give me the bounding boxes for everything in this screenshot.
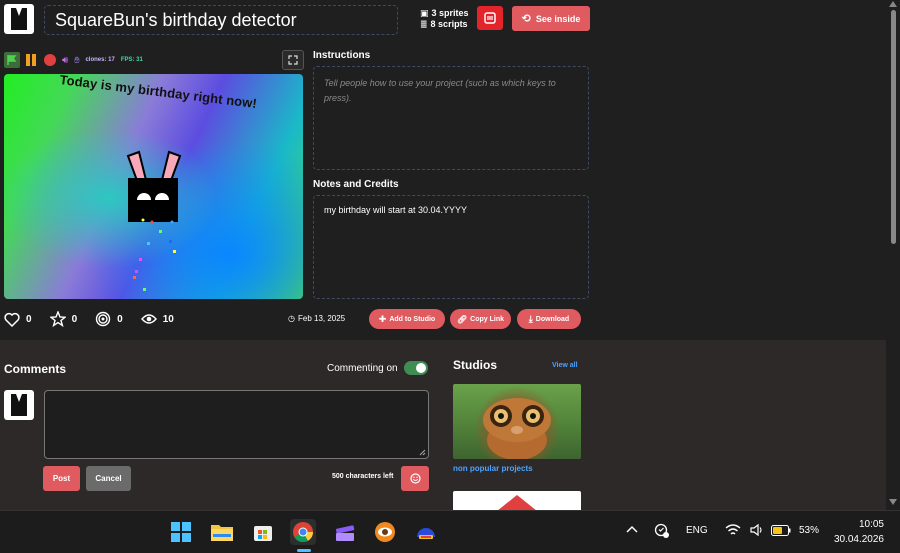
clock[interactable]: 10:05 30.04.2026	[826, 517, 884, 547]
characters-left: 500 characters left	[332, 473, 394, 480]
bunny-sprite	[126, 150, 182, 291]
author-avatar[interactable]	[4, 4, 34, 34]
plus-icon: ✚	[378, 313, 387, 324]
chrome-button[interactable]	[290, 519, 316, 545]
commenting-toggle[interactable]	[403, 361, 428, 375]
project-panel: SquareBun's birthday detector ▣ 3 sprites…	[0, 0, 886, 340]
chevron-up-icon	[626, 525, 638, 533]
fullscreen-icon	[288, 55, 298, 65]
love-button[interactable]: 0	[4, 312, 32, 327]
heart-icon	[4, 312, 20, 327]
store-icon	[254, 526, 272, 541]
comment-textarea[interactable]	[44, 390, 429, 459]
project-title-input[interactable]: SquareBun's birthday detector	[44, 5, 398, 35]
chrome-icon	[293, 522, 314, 543]
clock-date: 30.04.2026	[833, 534, 884, 545]
view-count: 10	[140, 313, 174, 325]
see-inside-icon: ⟲	[521, 13, 531, 25]
scripts-icon: ≣	[420, 19, 428, 29]
resize-handle-icon	[419, 449, 426, 456]
view-all-link[interactable]: View all	[552, 362, 578, 369]
emoji-button[interactable]	[401, 466, 429, 491]
fps-counter: FPS: 31	[120, 57, 143, 63]
commenting-toggle-row: Commenting on	[327, 361, 428, 375]
project-stage[interactable]: Today is my birthday right now!	[4, 74, 303, 299]
remix-count: 0	[95, 311, 123, 327]
tray-overflow-button[interactable]	[626, 525, 638, 533]
folder-icon	[211, 525, 233, 541]
user-avatar[interactable]	[4, 390, 34, 420]
post-button[interactable]: Post	[43, 466, 80, 491]
flag-icon	[7, 55, 17, 65]
active-app-indicator	[297, 549, 311, 552]
engagement-bar: 0 0 0 10	[4, 311, 192, 327]
add-to-studio-button[interactable]: ✚ Add to Studio	[369, 309, 445, 329]
see-inside-button[interactable]: ⟲ See inside	[512, 6, 590, 31]
lemur-image	[483, 398, 551, 459]
sprites-icon: ▣	[420, 8, 429, 18]
store-button[interactable]	[250, 519, 276, 545]
taskbar: ENG 53% 10:05 30.04.2026	[0, 510, 900, 553]
clones-icon: ✋︎	[74, 54, 80, 65]
favorite-button[interactable]: 0	[49, 311, 77, 327]
scroll-up-icon[interactable]	[889, 1, 897, 7]
comments-heading: Comments	[4, 362, 67, 376]
battery-icon	[771, 524, 791, 536]
instructions-heading: Instructions	[313, 50, 371, 61]
player-controls: 🔊︎ ✋︎ clones: 17 FPS: 31	[4, 52, 143, 68]
clipchamp-button[interactable]	[332, 519, 358, 545]
report-icon	[484, 12, 496, 24]
download-icon: ⤓	[528, 313, 533, 324]
helmet-app-icon	[417, 528, 435, 539]
clock-icon: ◷	[288, 314, 295, 323]
stage-text: Today is my birthday right now!	[58, 74, 258, 112]
eye-icon	[140, 314, 157, 324]
system-status-button[interactable]: 53%	[725, 523, 819, 537]
share-date: ◷ Feb 13, 2025	[288, 314, 346, 323]
page-scrollbar[interactable]	[886, 0, 900, 510]
comments-section: Comments Commenting on Post Cancel 500 c…	[0, 340, 886, 511]
battery-percent: 53%	[799, 524, 820, 536]
studio-thumbnail[interactable]	[453, 384, 581, 459]
green-flag-button[interactable]	[4, 52, 20, 68]
clock-time: 10:05	[858, 519, 884, 530]
pause-button[interactable]	[26, 54, 38, 66]
remix-icon	[95, 311, 111, 327]
volume-icon[interactable]: 🔊︎	[62, 55, 68, 66]
studio-name-link[interactable]: non popular projects	[453, 464, 533, 473]
start-button[interactable]	[168, 519, 194, 545]
instructions-input[interactable]: Tell people how to use your project (suc…	[313, 66, 589, 170]
studios-heading: Studios	[453, 358, 497, 372]
copy-link-button[interactable]: 🔗︎ Copy Link	[450, 309, 511, 329]
star-icon	[49, 311, 66, 327]
project-stats: ▣ 3 sprites ≣ 8 scripts	[420, 8, 469, 29]
scroll-thumb[interactable]	[891, 10, 896, 244]
eye-app-icon	[375, 522, 395, 542]
report-button[interactable]	[477, 6, 503, 30]
download-button[interactable]: ⤓ Download	[517, 309, 581, 329]
link-icon: 🔗︎	[457, 314, 468, 324]
studio-2-image	[497, 495, 537, 511]
wifi-icon	[725, 524, 741, 535]
language-indicator[interactable]: ENG	[686, 525, 708, 536]
cancel-button[interactable]: Cancel	[86, 466, 131, 491]
copilot-tray-button[interactable]	[654, 523, 670, 539]
clones-counter: clones: 17	[85, 57, 115, 63]
stop-button[interactable]	[44, 54, 56, 66]
app-eye-button[interactable]	[372, 519, 398, 545]
copilot-icon	[654, 523, 669, 538]
smiley-icon	[409, 473, 421, 484]
windows-icon	[171, 522, 191, 542]
studio-thumbnail-2[interactable]	[453, 491, 581, 511]
scroll-down-icon[interactable]	[889, 499, 897, 505]
app-helmet-button[interactable]	[413, 519, 439, 545]
notes-heading: Notes and Credits	[313, 179, 399, 190]
speaker-icon	[750, 523, 762, 537]
clipchamp-icon	[335, 525, 355, 541]
fullscreen-button[interactable]	[282, 50, 304, 70]
notes-input[interactable]: my birthday will start at 30.04.YYYY	[313, 195, 589, 299]
file-explorer-button[interactable]	[209, 519, 235, 545]
